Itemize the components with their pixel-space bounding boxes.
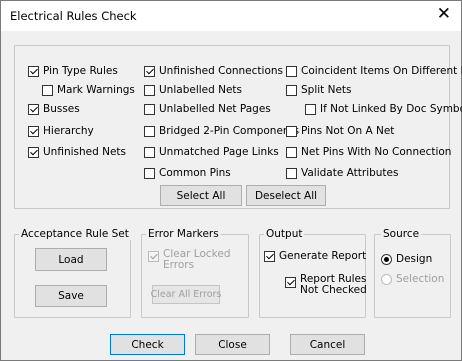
- source-group: Source Design Selection: [374, 228, 451, 318]
- checkbox-label: Report Rules Not Checked: [300, 274, 367, 296]
- checkbox-label: Pins Not On A Net: [301, 125, 395, 137]
- checkbox-box[interactable]: [144, 167, 155, 179]
- unlabelled-net-pages-checkbox[interactable]: Unlabelled Net Pages: [144, 103, 271, 115]
- checkbox-label: Hierarchy: [43, 125, 94, 137]
- hierarchy-checkbox[interactable]: Hierarchy: [28, 125, 94, 137]
- selection-radio: Selection: [381, 273, 444, 285]
- unlabelled-nets-checkbox[interactable]: Unlabelled Nets: [144, 84, 242, 96]
- close-icon[interactable]: ✕: [437, 4, 451, 24]
- checkbox-label: Split Nets: [301, 84, 352, 96]
- checkbox-label: Net Pins With No Connection: [301, 146, 452, 158]
- checkbox-label: Unfinished Nets: [43, 146, 127, 158]
- acceptance-rule-set-group: Acceptance Rule Set Load Save: [14, 228, 131, 318]
- checkbox-label: Unmatched Page Links: [159, 146, 279, 158]
- unfinished-nets-checkbox[interactable]: Unfinished Nets: [28, 146, 126, 158]
- checkbox-box[interactable]: [286, 125, 297, 137]
- validate-attributes-checkbox[interactable]: Validate Attributes: [286, 167, 398, 179]
- checkbox-label: Unlabelled Nets: [159, 84, 243, 96]
- title-bar: Electrical Rules Check ✕: [1, 1, 461, 31]
- checkbox-label: Validate Attributes: [301, 167, 399, 179]
- checkbox-box: [148, 251, 159, 262]
- checkbox-box[interactable]: [42, 84, 53, 96]
- erc-dialog: Electrical Rules Check ✕ Pin Type Rules …: [0, 0, 462, 361]
- acceptance-rule-set-title: Acceptance Rule Set: [19, 228, 131, 240]
- output-title: Output: [264, 228, 305, 240]
- pins-not-on-net-checkbox[interactable]: Pins Not On A Net: [286, 125, 394, 137]
- unmatched-page-links-checkbox[interactable]: Unmatched Page Links: [144, 146, 279, 158]
- checkbox-box[interactable]: [144, 84, 155, 96]
- common-pins-checkbox[interactable]: Common Pins: [144, 167, 231, 179]
- split-nets-checkbox[interactable]: Split Nets: [286, 84, 352, 96]
- design-radio[interactable]: Design: [381, 253, 432, 265]
- checkbox-box[interactable]: [144, 103, 155, 115]
- checkbox-box[interactable]: [144, 146, 155, 158]
- clear-locked-line2: Errors: [163, 259, 195, 271]
- checkbox-label: Pin Type Rules: [43, 65, 118, 77]
- error-markers-group: Error Markers Clear Locked Errors Clear …: [141, 228, 249, 318]
- checkbox-box[interactable]: [286, 146, 297, 158]
- report-rules-line2: Not Checked: [300, 284, 367, 296]
- checkbox-box[interactable]: [286, 65, 297, 77]
- window-title: Electrical Rules Check: [10, 9, 137, 23]
- checkbox-box[interactable]: [144, 125, 155, 137]
- checkbox-box[interactable]: [28, 103, 39, 115]
- checkbox-label: Unfinished Connections: [159, 65, 283, 77]
- checkbox-label: If Not Linked By Doc Symbol: [320, 103, 462, 115]
- checkbox-box[interactable]: [28, 65, 39, 77]
- source-title: Source: [381, 228, 422, 240]
- checkbox-label: Busses: [43, 103, 80, 115]
- checkbox-label: Clear Locked Errors: [163, 249, 231, 271]
- checkbox-box[interactable]: [144, 65, 155, 77]
- clear-locked-errors-checkbox: Clear Locked Errors: [148, 249, 231, 271]
- checkbox-box[interactable]: [305, 103, 316, 115]
- checkbox-box[interactable]: [286, 84, 297, 96]
- save-button[interactable]: Save: [35, 285, 107, 307]
- checkbox-box[interactable]: [285, 277, 296, 288]
- checkbox-label: Unlabelled Net Pages: [159, 103, 271, 115]
- unfinished-connections-checkbox[interactable]: Unfinished Connections: [144, 65, 283, 77]
- coincident-items-checkbox[interactable]: Coincident Items On Different Nets: [286, 65, 462, 77]
- error-markers-title: Error Markers: [146, 228, 221, 240]
- checkbox-label: Bridged 2-Pin Components: [159, 125, 300, 137]
- bridged-2pin-checkbox[interactable]: Bridged 2-Pin Components: [144, 125, 299, 137]
- radio-dot: [381, 273, 392, 285]
- report-rules-not-checked-checkbox[interactable]: Report Rules Not Checked: [285, 274, 367, 296]
- select-all-button[interactable]: Select All: [160, 185, 242, 206]
- checkbox-label: Coincident Items On Different Nets: [301, 65, 462, 77]
- checkbox-box[interactable]: [28, 125, 39, 137]
- checkbox-box[interactable]: [264, 250, 275, 262]
- checkbox-box[interactable]: [286, 167, 297, 179]
- load-button[interactable]: Load: [35, 248, 107, 271]
- cancel-button[interactable]: Cancel: [290, 334, 365, 355]
- close-button[interactable]: Close: [195, 334, 270, 355]
- output-group: Output Generate Report Report Rules Not …: [259, 228, 367, 318]
- pin-type-rules-checkbox[interactable]: Pin Type Rules: [28, 65, 118, 77]
- generate-report-checkbox[interactable]: Generate Report: [264, 250, 366, 262]
- radio-dot[interactable]: [381, 253, 392, 265]
- mark-warnings-checkbox[interactable]: Mark Warnings: [42, 84, 135, 96]
- clear-all-errors-button: Clear All Errors: [151, 285, 221, 304]
- radio-label: Design: [396, 253, 433, 265]
- checkbox-label: Common Pins: [159, 167, 231, 179]
- busses-checkbox[interactable]: Busses: [28, 103, 80, 115]
- if-not-linked-checkbox[interactable]: If Not Linked By Doc Symbol: [305, 103, 462, 115]
- checks-group: Pin Type Rules Mark Warnings Busses Hier…: [14, 45, 462, 209]
- net-pins-no-connection-checkbox[interactable]: Net Pins With No Connection: [286, 146, 451, 158]
- checkbox-box[interactable]: [28, 146, 39, 158]
- deselect-all-button[interactable]: Deselect All: [246, 185, 326, 206]
- radio-label: Selection: [396, 273, 445, 285]
- checkbox-label: Generate Report: [279, 250, 367, 262]
- checkbox-label: Mark Warnings: [57, 84, 135, 96]
- check-button[interactable]: Check: [110, 334, 185, 355]
